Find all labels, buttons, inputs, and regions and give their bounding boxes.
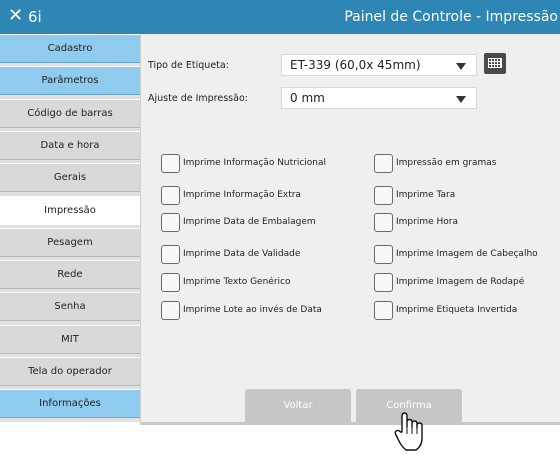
checkbox-box[interactable] bbox=[374, 300, 393, 320]
checkbox-box[interactable] bbox=[374, 272, 393, 292]
sidebar-item-label: Data e hora bbox=[40, 140, 100, 151]
sidebar-item-label: Gerais bbox=[53, 172, 87, 183]
sidebar-item-label: Informações bbox=[39, 398, 101, 409]
keyboard-icon[interactable] bbox=[484, 53, 506, 74]
checkbox-expiry-date[interactable]: Imprime Data de Validade bbox=[161, 244, 300, 264]
app-name: 6i bbox=[28, 8, 42, 26]
label-type-value: ET-339 (60,0x 45mm) bbox=[290, 58, 421, 72]
checkbox-label: Imprime Lote ao invés de Data bbox=[183, 305, 322, 315]
checkbox-label: Imprime Hora bbox=[396, 217, 458, 227]
checkbox-box[interactable] bbox=[161, 272, 180, 292]
checkbox-label: Imprime Data de Embalagem bbox=[183, 217, 316, 227]
sidebar: Cadastro Parâmetros Código de barras Dat… bbox=[0, 34, 140, 422]
sidebar-item-label: Impressão bbox=[44, 205, 96, 216]
sidebar-item-label: Código de barras bbox=[27, 108, 113, 119]
checkbox-label: Imprime Informação Extra bbox=[183, 190, 301, 200]
checkbox-box[interactable] bbox=[374, 244, 393, 264]
sidebar-item-label: Tela do operador bbox=[28, 366, 112, 377]
print-adjust-select[interactable]: 0 mm bbox=[281, 87, 477, 109]
checkbox-inverted-label[interactable]: Imprime Etiqueta Invertida bbox=[374, 300, 517, 320]
checkbox-label: Imprime Texto Genérico bbox=[183, 277, 291, 287]
chevron-down-icon bbox=[456, 63, 466, 70]
window-title: Painel de Controle - Impressão bbox=[344, 9, 558, 25]
sidebar-item-parametros[interactable]: Parâmetros bbox=[0, 66, 140, 95]
checkbox-extra-info[interactable]: Imprime Informação Extra bbox=[161, 185, 301, 205]
checkbox-label: Imprime Etiqueta Invertida bbox=[396, 305, 518, 315]
hand-cursor-icon bbox=[394, 412, 423, 451]
checkbox-header-image[interactable]: Imprime Imagem de Cabeçalho bbox=[374, 244, 538, 264]
print-settings-panel: Tipo de Etiqueta: ET-339 (60,0x 45mm) Aj… bbox=[140, 34, 560, 422]
checkbox-packaging-date[interactable]: Imprime Data de Embalagem bbox=[161, 212, 316, 232]
checkbox-box[interactable] bbox=[161, 244, 180, 264]
checkbox-box[interactable] bbox=[161, 185, 180, 205]
footer-divider bbox=[140, 422, 560, 425]
sidebar-item-data-e-hora[interactable]: Data e hora bbox=[0, 131, 140, 160]
sidebar-item-senha[interactable]: Senha bbox=[0, 292, 140, 321]
checkbox-label: Impressão em gramas bbox=[396, 158, 497, 168]
checkbox-label: Imprime Data de Validade bbox=[183, 249, 301, 259]
sidebar-item-mit[interactable]: MIT bbox=[0, 325, 140, 354]
sidebar-item-cadastro[interactable]: Cadastro bbox=[0, 34, 140, 63]
title-bar: ✕ 6i Painel de Controle - Impressão bbox=[0, 0, 560, 34]
checkbox-lot-instead-of-date[interactable]: Imprime Lote ao invés de Data bbox=[161, 300, 322, 320]
sidebar-item-pesagem[interactable]: Pesagem bbox=[0, 228, 140, 257]
sidebar-item-rede[interactable]: Rede bbox=[0, 260, 140, 289]
label-type-select[interactable]: ET-339 (60,0x 45mm) bbox=[281, 54, 477, 76]
back-button[interactable]: Voltar bbox=[245, 389, 351, 422]
print-adjust-label: Ajuste de Impressão: bbox=[148, 93, 248, 104]
checkbox-label: Imprime Imagem de Rodapé bbox=[396, 277, 525, 287]
checkbox-box[interactable] bbox=[374, 185, 393, 205]
checkbox-box[interactable] bbox=[374, 212, 393, 232]
chevron-down-icon bbox=[456, 96, 466, 103]
checkbox-grams[interactable]: Impressão em gramas bbox=[374, 153, 497, 173]
checkbox-label: Imprime Imagem de Cabeçalho bbox=[396, 249, 538, 259]
checkbox-box[interactable] bbox=[161, 153, 180, 173]
checkbox-footer-image[interactable]: Imprime Imagem de Rodapé bbox=[374, 272, 524, 292]
sidebar-item-informacoes[interactable]: Informações bbox=[0, 389, 140, 418]
checkbox-nutritional-info[interactable]: Imprime Informação Nutricional bbox=[161, 153, 326, 173]
label-type-label: Tipo de Etiqueta: bbox=[148, 60, 229, 71]
checkbox-generic-text[interactable]: Imprime Texto Genérico bbox=[161, 272, 290, 292]
sidebar-item-tela-do-operador[interactable]: Tela do operador bbox=[0, 357, 140, 386]
checkbox-box[interactable] bbox=[161, 212, 180, 232]
sidebar-item-label: Pesagem bbox=[47, 237, 93, 248]
sidebar-item-codigo-de-barras[interactable]: Código de barras bbox=[0, 99, 140, 128]
sidebar-item-label: MIT bbox=[61, 334, 79, 345]
sidebar-item-label: Cadastro bbox=[47, 43, 93, 54]
sidebar-item-label: Parâmetros bbox=[41, 75, 99, 86]
checkbox-time[interactable]: Imprime Hora bbox=[374, 212, 458, 232]
sidebar-item-label: Senha bbox=[54, 301, 86, 312]
checkbox-label: Imprime Tara bbox=[396, 190, 456, 200]
sidebar-item-impressao[interactable]: Impressão bbox=[0, 196, 140, 225]
checkbox-label: Imprime Informação Nutricional bbox=[183, 158, 327, 168]
close-icon[interactable]: ✕ bbox=[8, 6, 23, 26]
checkbox-tare[interactable]: Imprime Tara bbox=[374, 185, 455, 205]
checkbox-box[interactable] bbox=[374, 153, 393, 173]
sidebar-item-label: Rede bbox=[57, 269, 83, 280]
checkbox-box[interactable] bbox=[161, 300, 180, 320]
sidebar-item-gerais[interactable]: Gerais bbox=[0, 163, 140, 192]
print-adjust-value: 0 mm bbox=[290, 91, 325, 105]
